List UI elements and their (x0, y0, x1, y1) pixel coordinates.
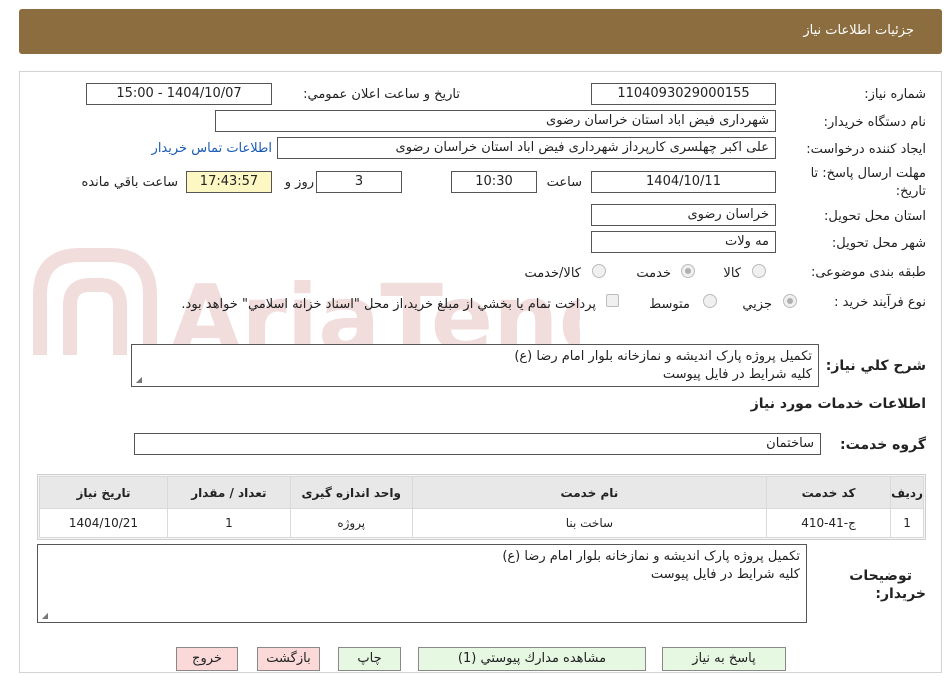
cell-date: 1404/10/21 (39, 508, 168, 538)
category-goods-service-label: كالا/خدمت (524, 266, 581, 281)
cell-name: ساخت بنا (411, 508, 768, 538)
col-name: نام خدمت (411, 476, 768, 509)
buyer-notes-line-2: کلیه شرایط در فایل پیوست (650, 567, 800, 582)
col-qty: تعداد / مقدار (166, 476, 291, 509)
print-button[interactable]: چاپ (338, 647, 401, 671)
resize-grip-icon[interactable]: ◢ (40, 612, 48, 620)
announce-field: 1404/10/07 - 15:00 (86, 83, 272, 105)
remaining-label: ساعت باقي مانده (81, 175, 178, 190)
process-minor-radio[interactable] (783, 294, 797, 308)
days-field: 3 (316, 171, 402, 193)
back-button[interactable]: بازگشت (257, 647, 320, 671)
page-header: جزئیات اطلاعات نیاز (19, 9, 942, 54)
deadline-label: مهلت ارسال پاسخ: تا (810, 166, 926, 181)
treasury-note: پرداخت تمام يا بخشي از مبلغ خريد،از محل … (181, 297, 596, 312)
col-code: كد خدمت (766, 476, 892, 509)
category-goods-radio[interactable] (752, 264, 766, 278)
process-medium-label: متوسط (649, 297, 690, 312)
col-row: رديف (890, 476, 924, 509)
buyer-notes-textarea[interactable]: تکمیل پروژه پارک اندیشه و نمازخانه بلوار… (37, 544, 807, 623)
cell-unit: پروژه (289, 508, 413, 538)
category-goods-service-radio[interactable] (592, 264, 606, 278)
creator-label: ايجاد كننده درخواست: (806, 142, 926, 157)
summary-line-2: کلیه شرایط در فایل پیوست (662, 367, 812, 382)
summary-textarea[interactable]: تکمیل پروژه پارک اندیشه و نمازخانه بلوار… (131, 344, 819, 387)
deadline-date-field: 1404/10/11 (591, 171, 776, 193)
buyer-notes-label-2: خريدار: (875, 586, 926, 602)
summary-label: شرح كلي نياز: (825, 358, 926, 374)
process-minor-label: جزيي (742, 297, 772, 312)
cell-qty: 1 (166, 508, 291, 538)
need-number-label: شماره نیاز: (864, 87, 926, 102)
table-header-row: رديف كد خدمت نام خدمت واحد اندازه گيری ت… (39, 476, 924, 509)
deadline-time-label: ساعت (546, 175, 582, 190)
treasury-checkbox[interactable] (606, 294, 619, 307)
service-group-field: ساختمان (134, 433, 821, 455)
services-table: رديف كد خدمت نام خدمت واحد اندازه گيری ت… (39, 476, 924, 538)
contact-buyer-link[interactable]: اطلاعات تماس خريدار (152, 141, 272, 156)
buyer-org-field: شهرداری فیض اباد استان خراسان رضوی (215, 110, 776, 132)
city-field: مه ولات (591, 231, 776, 253)
days-label: روز و (284, 175, 314, 190)
category-service-radio[interactable] (681, 264, 695, 278)
exit-button[interactable]: خروج (176, 647, 238, 671)
need-number-field: 1104093029000155 (591, 83, 776, 105)
category-label: طبقه بندی موضوعی: (810, 265, 926, 280)
table-row: 1 ج-41-410 ساخت بنا پروژه 1 1404/10/21 (39, 508, 924, 538)
resize-grip-icon[interactable]: ◢ (134, 376, 142, 384)
city-label: شهر محل تحويل: (831, 236, 926, 251)
buyer-org-label: نام دستگاه خريدار: (823, 115, 926, 130)
service-group-label: گروه خدمت: (840, 437, 926, 453)
services-title: اطلاعات خدمات مورد نياز (750, 396, 926, 412)
process-medium-radio[interactable] (703, 294, 717, 308)
buyer-notes-line-1: تکمیل پروژه پارک اندیشه و نمازخانه بلوار… (502, 549, 800, 564)
category-goods-label: كالا (723, 266, 741, 281)
deadline-time-field: 10:30 (451, 171, 537, 193)
province-field: خراسان رضوی (591, 204, 776, 226)
col-unit: واحد اندازه گيری (289, 476, 413, 509)
view-attachments-button[interactable]: مشاهده مدارك پيوستي (1) (418, 647, 646, 671)
buyer-notes-label: توضيحات (849, 568, 912, 584)
cell-code: ج-41-410 (766, 508, 892, 538)
reply-button[interactable]: پاسخ به نياز (662, 647, 786, 671)
page-title: جزئیات اطلاعات نیاز (803, 23, 914, 38)
process-label: نوع فرآيند خريد : (834, 295, 926, 310)
deadline-label-2: تاريخ: (895, 184, 926, 199)
remaining-time-field: 17:43:57 (186, 171, 272, 193)
summary-line-1: تکمیل پروژه پارک اندیشه و نمازخانه بلوار… (514, 349, 812, 364)
category-service-label: خدمت (636, 266, 671, 281)
cell-row: 1 (890, 508, 924, 538)
province-label: استان محل تحويل: (824, 209, 926, 224)
announce-label: تاریخ و ساعت اعلان عمومي: (303, 87, 460, 102)
col-date: تاريخ نياز (39, 476, 168, 509)
creator-field: علی اکبر چهلسری کارپرداز شهرداری فیض ابا… (277, 137, 776, 159)
